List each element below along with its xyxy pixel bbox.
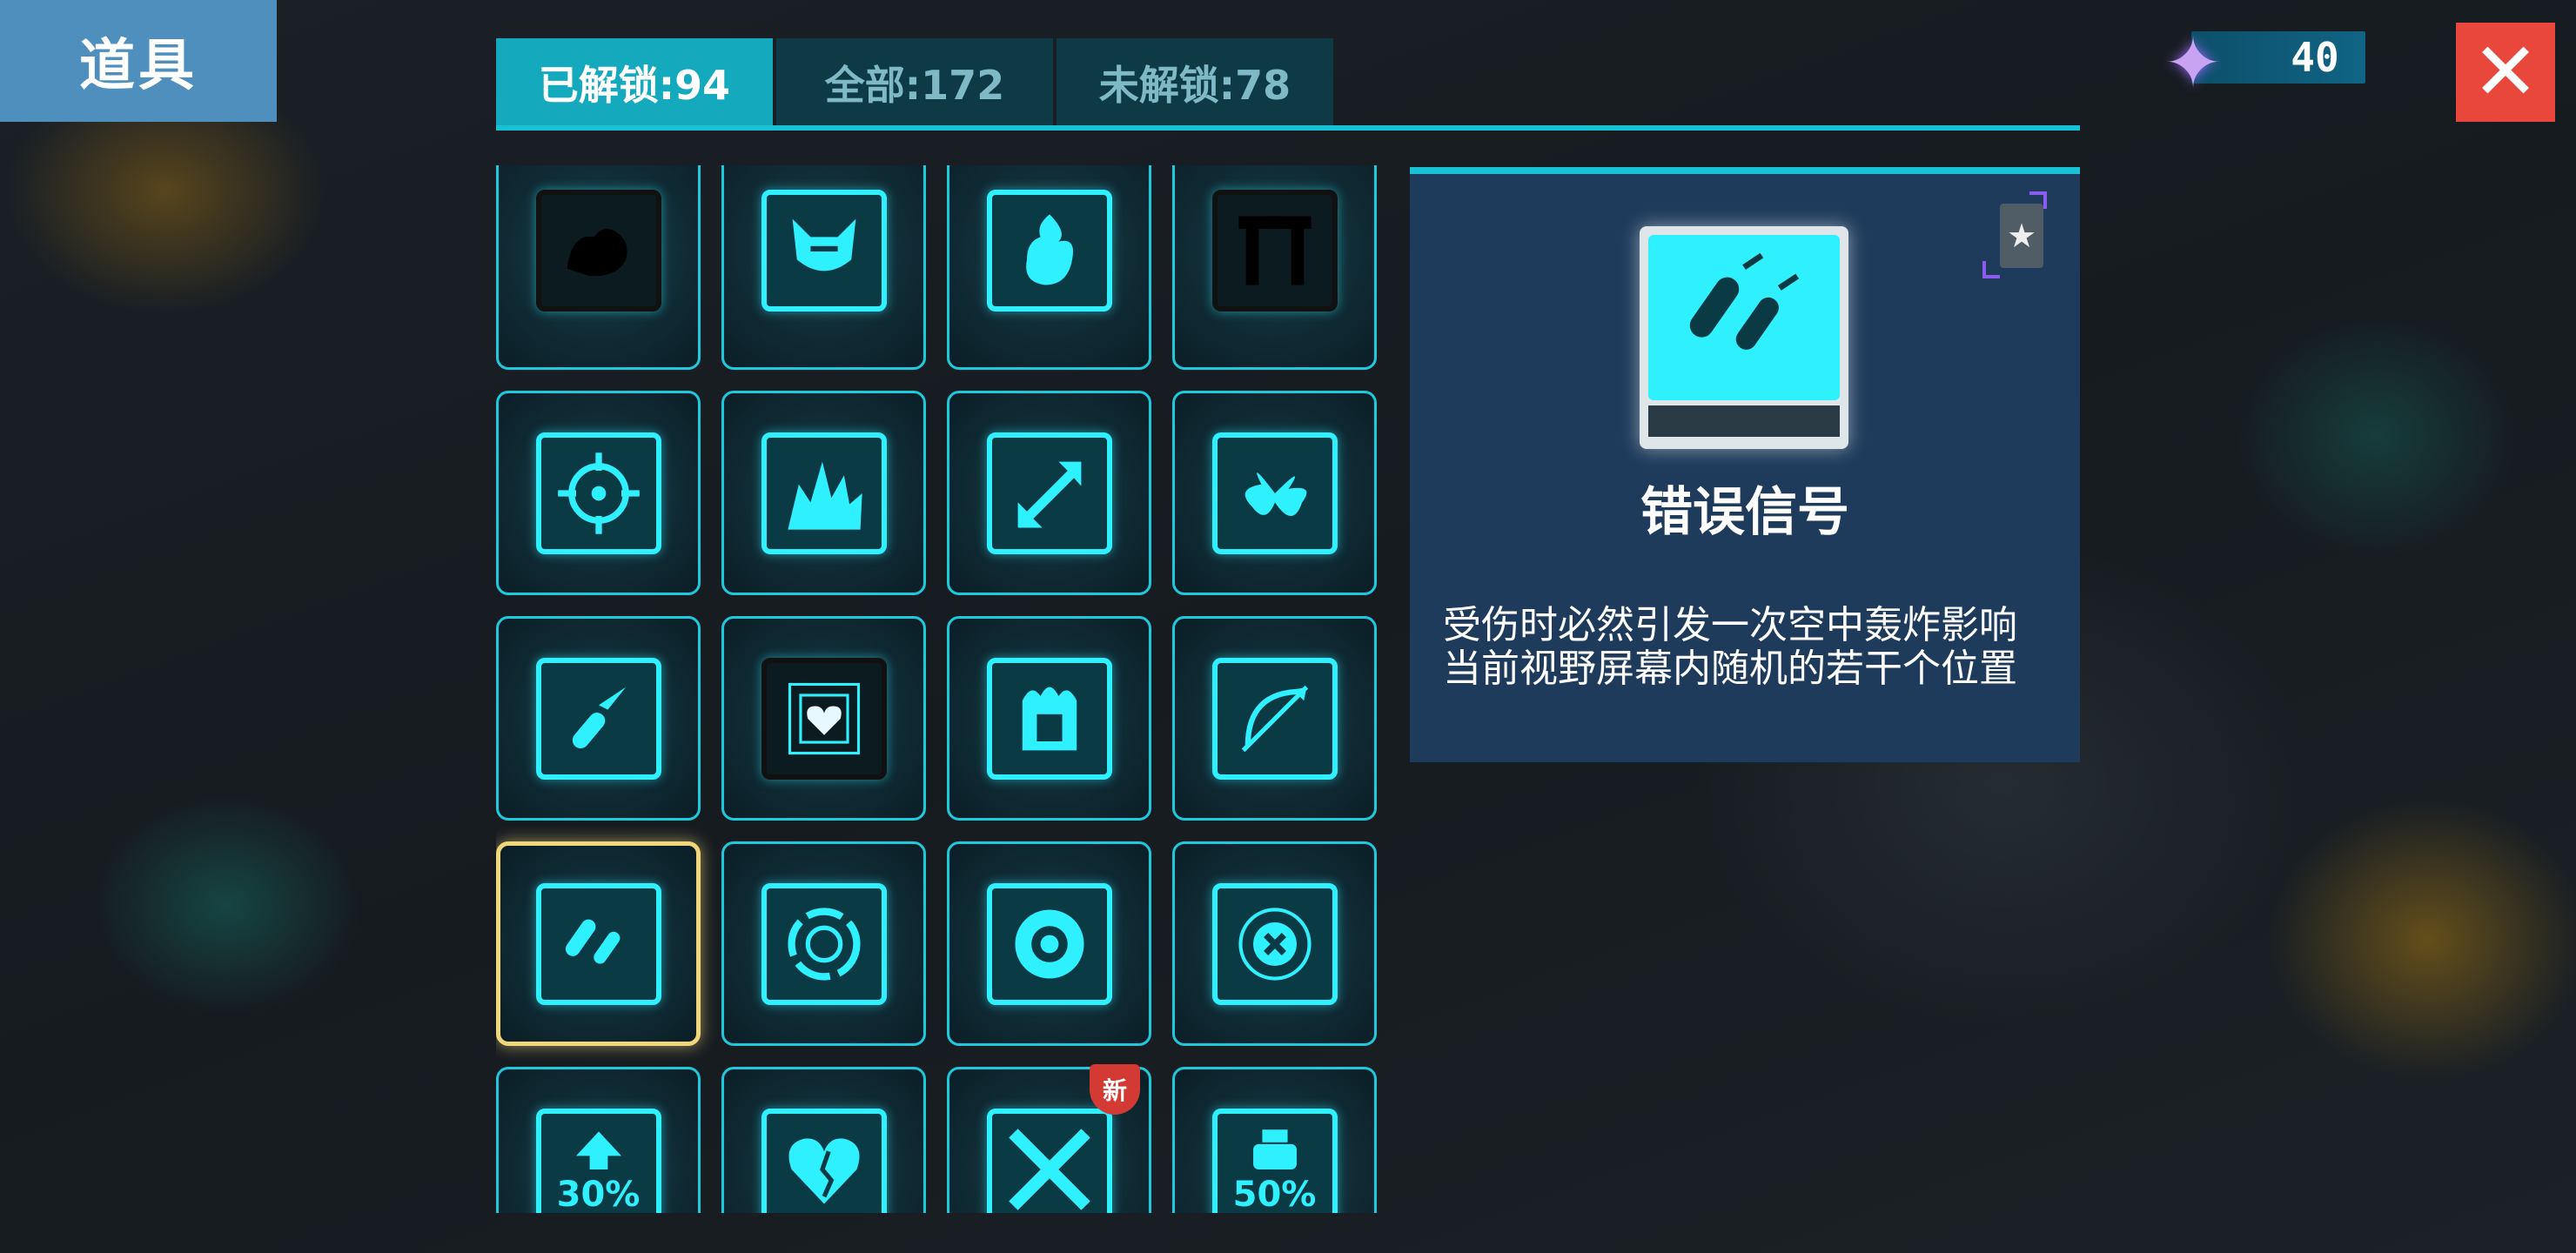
item-slot[interactable]: [947, 841, 1151, 1046]
new-badge: 新: [1090, 1064, 1140, 1115]
broken-heart-icon: [761, 1108, 887, 1213]
item-detail-panel: ★ 错误信号 受伤时必然引发一次空中轰炸影响当前视野屏幕内随机的若干个位置: [1410, 167, 2080, 762]
item-slot[interactable]: [721, 616, 926, 821]
item-grid[interactable]: 30% 新 50%: [496, 165, 1379, 1213]
item-slot[interactable]: [721, 841, 926, 1046]
radiation-icon: [986, 882, 1112, 1005]
item-slot[interactable]: 新: [947, 1064, 1151, 1213]
falling-bombs-icon: [535, 882, 661, 1005]
bow-arrow-icon: [1211, 657, 1338, 780]
cross-circle-icon: [1211, 882, 1338, 1005]
item-percent-label: 30%: [556, 1175, 641, 1213]
item-slot[interactable]: 30%: [496, 1067, 701, 1213]
item-slot[interactable]: [947, 391, 1151, 595]
falling-bombs-icon: [1648, 235, 1840, 400]
close-button[interactable]: ✕: [2456, 23, 2555, 122]
tab-all[interactable]: 全部:172: [776, 38, 1053, 127]
muscle-arm-icon: [535, 189, 661, 312]
item-slot[interactable]: [947, 165, 1151, 370]
gate-icon: [1211, 189, 1338, 312]
fire-hand-icon: [986, 189, 1112, 312]
item-slot[interactable]: [721, 391, 926, 595]
fan-blades-icon: [1211, 432, 1338, 554]
item-description: 受伤时必然引发一次空中轰炸影响当前视野屏幕内随机的若干个位置: [1443, 603, 2017, 691]
item-slot[interactable]: [496, 841, 701, 1046]
currency-value: 40: [2291, 34, 2339, 81]
currency-display: ✦ 40: [2150, 19, 2393, 106]
crossed-blades-icon: [986, 1108, 1112, 1213]
star-medal-icon: ★: [2000, 204, 2043, 268]
item-percent-label: 50%: [1232, 1175, 1317, 1213]
rank-badge: ★: [1982, 191, 2052, 278]
item-slot[interactable]: 50%: [1172, 1067, 1377, 1213]
bullet-missile-icon: [535, 657, 661, 780]
rank-frame-corner: [1982, 261, 2000, 278]
heart-core-icon: [761, 657, 887, 780]
detail-item-footer: [1648, 405, 1840, 437]
burning-crate-icon: [986, 657, 1112, 780]
item-slot[interactable]: [1172, 165, 1377, 370]
tab-unlocked[interactable]: 已解锁:94: [496, 38, 773, 127]
item-slot[interactable]: [496, 616, 701, 821]
tab-locked[interactable]: 未解锁:78: [1057, 38, 1333, 127]
close-icon: ✕: [2472, 25, 2539, 118]
shield-ring-icon: [761, 882, 887, 1005]
tab-underline: [496, 125, 2080, 131]
item-slot[interactable]: [496, 165, 701, 370]
item-slot[interactable]: [496, 391, 701, 595]
page-title: 道具: [0, 0, 277, 122]
item-slot[interactable]: [1172, 391, 1377, 595]
item-slot[interactable]: [1172, 841, 1377, 1046]
crosshair-target-icon: [535, 432, 661, 554]
horned-helmet-icon: [761, 189, 887, 312]
item-slot[interactable]: [721, 165, 926, 370]
filter-tabs: 已解锁:94 全部:172 未解锁:78: [496, 38, 1333, 127]
item-slot[interactable]: [1172, 616, 1377, 821]
item-slot[interactable]: [721, 1067, 926, 1213]
diagonal-arrow-icon: [986, 432, 1112, 554]
item-name: 错误信号: [1640, 482, 1849, 543]
explosion-burst-icon: [761, 432, 887, 554]
detail-item-frame: [1640, 226, 1848, 449]
item-slot[interactable]: [947, 616, 1151, 821]
purple-star-gem-icon: ✦: [2163, 22, 2223, 104]
